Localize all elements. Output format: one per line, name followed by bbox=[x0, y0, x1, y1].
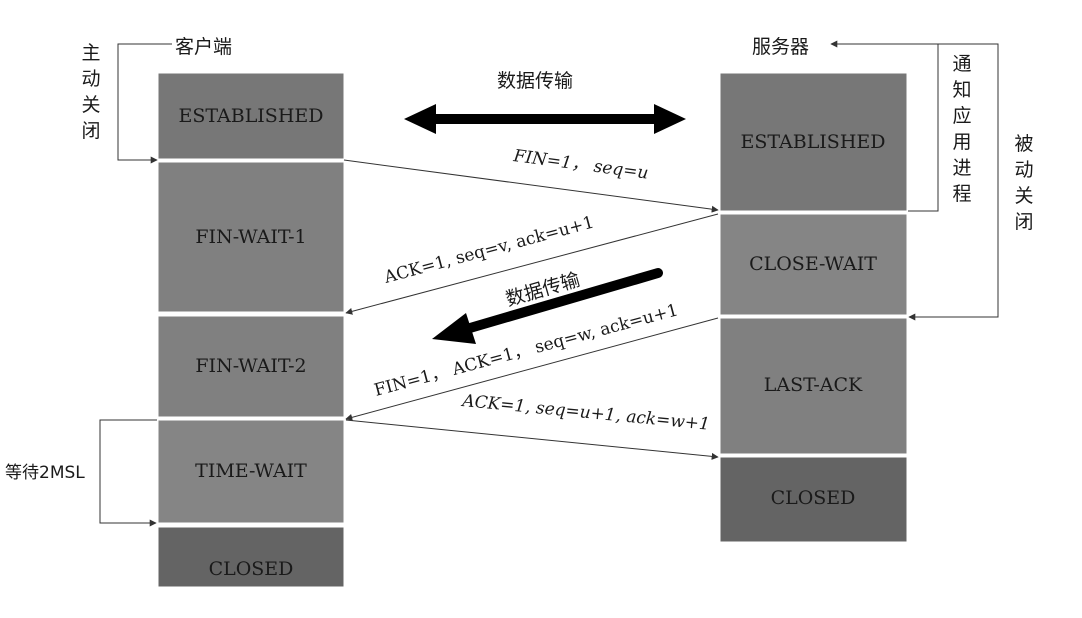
server-state-close-wait: CLOSE-WAIT bbox=[749, 253, 877, 275]
svg-text:知: 知 bbox=[952, 79, 971, 101]
client-state-closed: CLOSED bbox=[209, 558, 294, 580]
svg-text:关: 关 bbox=[1014, 185, 1033, 207]
svg-text:关: 关 bbox=[81, 94, 100, 116]
data-transfer-double-arrow bbox=[404, 104, 686, 134]
server-state-last-ack: LAST-ACK bbox=[764, 374, 863, 396]
svg-text:闭: 闭 bbox=[81, 120, 100, 142]
svg-text:主: 主 bbox=[81, 42, 100, 64]
notify-app-label: 通 知 应 用 进 程 bbox=[952, 53, 971, 205]
fin1-label: FIN=1， seq=u bbox=[511, 146, 649, 184]
svg-text:用: 用 bbox=[952, 131, 971, 153]
svg-text:闭: 闭 bbox=[1014, 211, 1033, 233]
client-state-fin-wait-2: FIN-WAIT-2 bbox=[195, 355, 306, 377]
client-state-time-wait: TIME-WAIT bbox=[195, 460, 307, 482]
data-transfer-top-label: 数据传输 bbox=[497, 70, 573, 92]
svg-text:通: 通 bbox=[952, 53, 971, 75]
server-title: 服务器 bbox=[752, 36, 809, 58]
svg-text:程: 程 bbox=[952, 183, 971, 205]
client-title: 客户端 bbox=[175, 36, 232, 58]
wait-2msl-label: 等待2MSL bbox=[5, 463, 85, 483]
client-state-fin-wait-1: FIN-WAIT-1 bbox=[195, 226, 306, 248]
passive-close-label: 被 动 关 闭 bbox=[1014, 133, 1033, 233]
svg-text:应: 应 bbox=[952, 105, 971, 127]
svg-text:进: 进 bbox=[952, 157, 971, 179]
active-close-label: 主 动 关 闭 bbox=[81, 42, 100, 142]
server-state-closed: CLOSED bbox=[771, 487, 856, 509]
wait-2msl-loop bbox=[99, 419, 157, 527]
svg-text:被: 被 bbox=[1014, 133, 1033, 155]
client-state-established: ESTABLISHED bbox=[178, 105, 323, 127]
tcp-four-way-handshake-diagram: ESTABLISHED FIN-WAIT-1 FIN-WAIT-2 TIME-W… bbox=[5, 36, 1034, 588]
svg-text:动: 动 bbox=[1014, 159, 1033, 181]
svg-text:动: 动 bbox=[81, 68, 100, 90]
ack2-label: ACK=1, seq=u+1, ack=w+1 bbox=[460, 391, 711, 435]
server-state-established: ESTABLISHED bbox=[740, 131, 885, 153]
